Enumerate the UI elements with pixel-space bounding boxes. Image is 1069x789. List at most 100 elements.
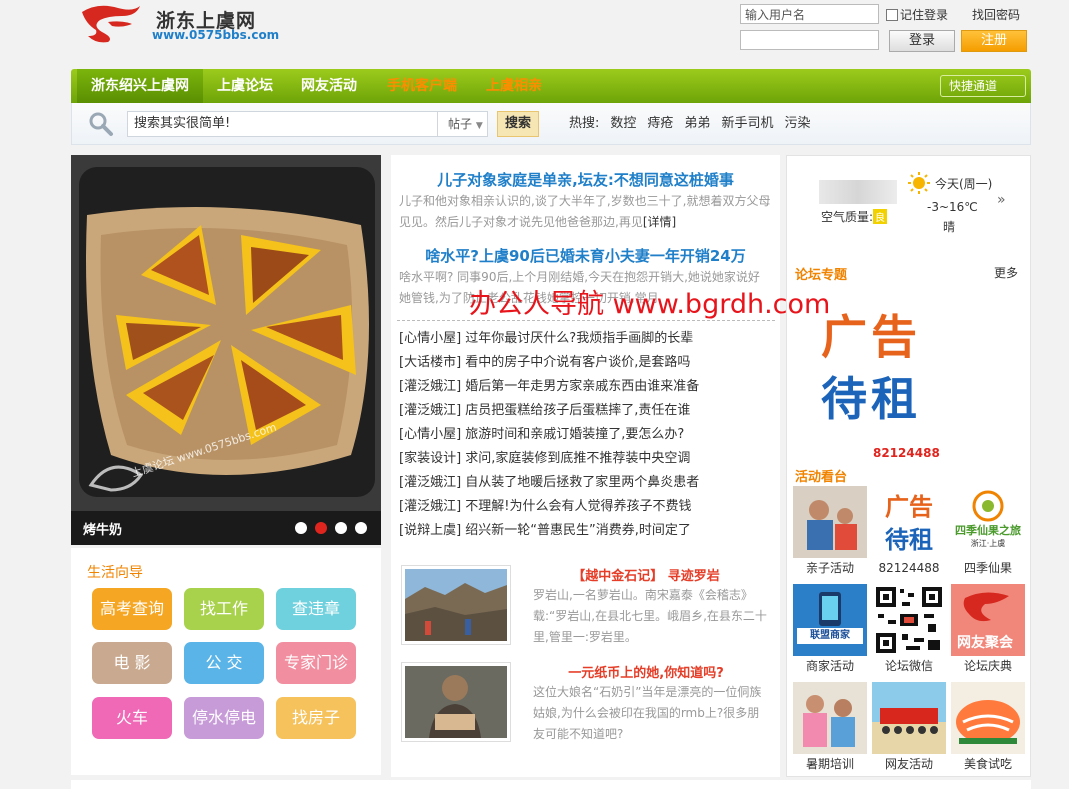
activity-caption: 美食试吃 xyxy=(963,757,1012,771)
remember-checkbox[interactable] xyxy=(886,8,898,21)
register-button[interactable]: 注册 xyxy=(961,30,1027,52)
username-input[interactable] xyxy=(740,4,879,24)
list-item[interactable]: [说辩上虞] 绍兴新一轮“普惠民生”消费券,时间定了 xyxy=(399,519,771,543)
weather-sky: 晴 xyxy=(943,220,956,234)
nav-item-dating[interactable]: 上虞相亲 xyxy=(486,69,542,103)
nav-item-forum[interactable]: 上虞论坛 xyxy=(217,69,273,103)
activity-thumb[interactable]: 美食试吃 xyxy=(951,682,1025,774)
activity-thumb[interactable]: 联盟商家 商家活动 xyxy=(793,584,867,676)
feature-image[interactable] xyxy=(401,565,511,645)
activity-caption: 论坛微信 xyxy=(884,659,933,673)
list-item[interactable]: [灌泛娥江] 婚后第一年走男方家亲戚东西由谁来准备 xyxy=(399,375,771,399)
feature-article[interactable]: 一元纸币上的她,你知道吗? 这位大娘名“石奶引”当年是漂亮的一位侗族姑娘,为什么… xyxy=(401,662,771,742)
life-button-violations[interactable]: 查违章 xyxy=(276,588,356,630)
life-button-movies[interactable]: 电 影 xyxy=(92,642,172,684)
air-quality: 空气质量: 良 xyxy=(821,209,888,224)
news-title: 看中的房子中介说有客户谈价,是套路吗 xyxy=(465,355,691,370)
hot-term[interactable]: 数控 xyxy=(610,111,636,137)
main-nav: 浙东绍兴上虞网 上虞论坛 网友活动 手机客户端 上虞相亲 快捷通道 xyxy=(71,69,1031,103)
activity-thumb[interactable]: 论坛微信 xyxy=(872,584,946,676)
more-link[interactable]: 更多 xyxy=(994,264,1018,281)
activity-thumb[interactable]: 广告 待租 82124488 xyxy=(872,486,946,578)
list-item[interactable]: [灌泛娥江] 自从装了地暖后拯救了家里两个鼻炎患者 xyxy=(399,471,771,495)
slider-caption: 烤牛奶 xyxy=(71,511,381,545)
slider-dots xyxy=(295,522,367,534)
feature-desc: 罗岩山,一名萝岩山。南宋嘉泰《会稽志》载:“罗岩山,在县北七里。峨眉乡,在县东二… xyxy=(533,588,767,644)
life-button-train[interactable]: 火车 xyxy=(92,697,172,739)
hot-term[interactable]: 弟弟 xyxy=(684,111,710,137)
activity-caption: 论坛庆典 xyxy=(963,659,1012,673)
login-button[interactable]: 登录 xyxy=(889,30,955,52)
feature-title[interactable]: 【越中金石记】 寻迹罗岩 xyxy=(521,565,771,584)
forum-topics-title: 论坛专题 xyxy=(795,268,848,283)
slider-title[interactable]: 烤牛奶 xyxy=(83,519,122,538)
footer-strip xyxy=(71,780,1031,789)
site-logo[interactable]: 浙东上虞网 www.0575bbs.com xyxy=(78,2,308,46)
life-button-outage[interactable]: 停水停电 xyxy=(184,697,264,739)
list-item[interactable]: [心情小屋] 旅游时间和亲戚订婚装撞了,要怎么办? xyxy=(399,423,771,447)
activity-image: 网友聚会 xyxy=(951,584,1025,656)
activity-image xyxy=(793,682,867,754)
activity-poster-text: 联盟商家 xyxy=(797,628,863,644)
activity-caption: 网友活动 xyxy=(884,757,933,771)
quick-access-button[interactable]: 快捷通道 xyxy=(940,75,1026,97)
activity-ad: 广告 待租 xyxy=(872,486,946,558)
list-item[interactable]: [灌泛娥江] 不理解!为什么会有人觉得养孩子不费钱 xyxy=(399,495,771,519)
dragon-logo-icon xyxy=(82,5,140,43)
activity-thumb[interactable]: 网友聚会 论坛庆典 xyxy=(951,584,1025,676)
password-input[interactable] xyxy=(740,30,879,50)
news-category: [灌泛娥江] xyxy=(399,403,462,418)
double-chevron-right-icon[interactable]: » xyxy=(997,192,1006,208)
search-type-select[interactable]: 帖子 ▼ xyxy=(438,111,488,137)
list-item[interactable]: [大话楼市] 看中的房子中介说有客户谈价,是套路吗 xyxy=(399,351,771,375)
feature-title[interactable]: 一元纸币上的她,你知道吗? xyxy=(521,662,771,681)
qr-code-icon xyxy=(872,584,946,656)
ad-phone: 82124488 xyxy=(873,446,940,460)
details-link[interactable]: [详情] xyxy=(643,215,676,229)
news-title: 过年你最讨厌什么?我烦指手画脚的长辈 xyxy=(465,331,694,346)
image-slider[interactable]: 上虞论坛 www.0575bbs.com 烤牛奶 xyxy=(71,155,381,545)
remember-login[interactable]: 记住登录 xyxy=(886,6,948,23)
login-panel: 记住登录 找回密码 登录 注册 xyxy=(740,4,1040,54)
activities-title: 活动看台 xyxy=(795,470,848,485)
headline-title[interactable]: 儿子对象家庭是单亲,坛友:不想同意这桩婚事 xyxy=(391,169,780,190)
hot-term[interactable]: 痔疮 xyxy=(647,111,673,137)
life-button-bus[interactable]: 公 交 xyxy=(184,642,264,684)
list-item[interactable]: [灌泛娥江] 店员把蛋糕给孩子后蛋糕摔了,责任在谁 xyxy=(399,399,771,423)
activity-thumb[interactable]: 亲子活动 xyxy=(793,486,867,578)
slider-dot[interactable] xyxy=(335,522,347,534)
news-category: [大话楼市] xyxy=(399,355,462,370)
hot-term[interactable]: 新手司机 xyxy=(721,111,773,137)
slider-dot[interactable] xyxy=(355,522,367,534)
life-guide-title: 生活向导 xyxy=(87,565,143,581)
life-button-gaokao[interactable]: 高考查询 xyxy=(92,588,172,630)
list-item[interactable]: [心情小屋] 过年你最讨厌什么?我烦指手画脚的长辈 xyxy=(399,327,771,351)
hot-term[interactable]: 污染 xyxy=(784,111,810,137)
feature-article[interactable]: 【越中金石记】 寻迹罗岩 罗岩山,一名萝岩山。南宋嘉泰《会稽志》载:“罗岩山,在… xyxy=(401,565,771,645)
life-button-housing[interactable]: 找房子 xyxy=(276,697,356,739)
activity-badge-text: 网友聚会 xyxy=(957,635,1013,651)
activity-thumb[interactable]: 网友活动 xyxy=(872,682,946,774)
life-button-jobs[interactable]: 找工作 xyxy=(184,588,264,630)
news-title: 求问,家庭装修到底推不推荐装中央空调 xyxy=(465,451,691,466)
news-category: [心情小屋] xyxy=(399,427,462,442)
find-password-link[interactable]: 找回密码 xyxy=(972,6,1020,23)
headline-title[interactable]: 啥水平?上虞90后已婚未育小夫妻一年开销24万 xyxy=(391,245,780,266)
feature-image[interactable] xyxy=(401,662,511,742)
nav-item-activities[interactable]: 网友活动 xyxy=(301,69,357,103)
activity-thumb[interactable]: 四季仙果之旅 浙江·上虞 四季仙果 xyxy=(951,486,1025,578)
news-title: 店员把蛋糕给孩子后蛋糕摔了,责任在谁 xyxy=(465,403,691,418)
activity-caption: 商家活动 xyxy=(805,659,854,673)
ad-placeholder[interactable]: 广告 待租 xyxy=(821,306,921,430)
nav-item-mobile-app[interactable]: 手机客户端 xyxy=(387,69,457,103)
list-item[interactable]: [家装设计] 求问,家庭装修到底推不推荐装中央空调 xyxy=(399,447,771,471)
search-input[interactable]: 搜索其实很简单! xyxy=(127,111,438,137)
search-button[interactable]: 搜索 xyxy=(497,111,539,137)
life-button-clinic[interactable]: 专家门诊 xyxy=(276,642,356,684)
nav-item-home[interactable]: 浙东绍兴上虞网 xyxy=(77,69,203,103)
activity-thumb[interactable]: 暑期培训 xyxy=(793,682,867,774)
news-category: [灌泛娥江] xyxy=(399,475,462,490)
activity-image xyxy=(951,682,1025,754)
slider-dot[interactable] xyxy=(295,522,307,534)
slider-dot-active[interactable] xyxy=(315,522,327,534)
